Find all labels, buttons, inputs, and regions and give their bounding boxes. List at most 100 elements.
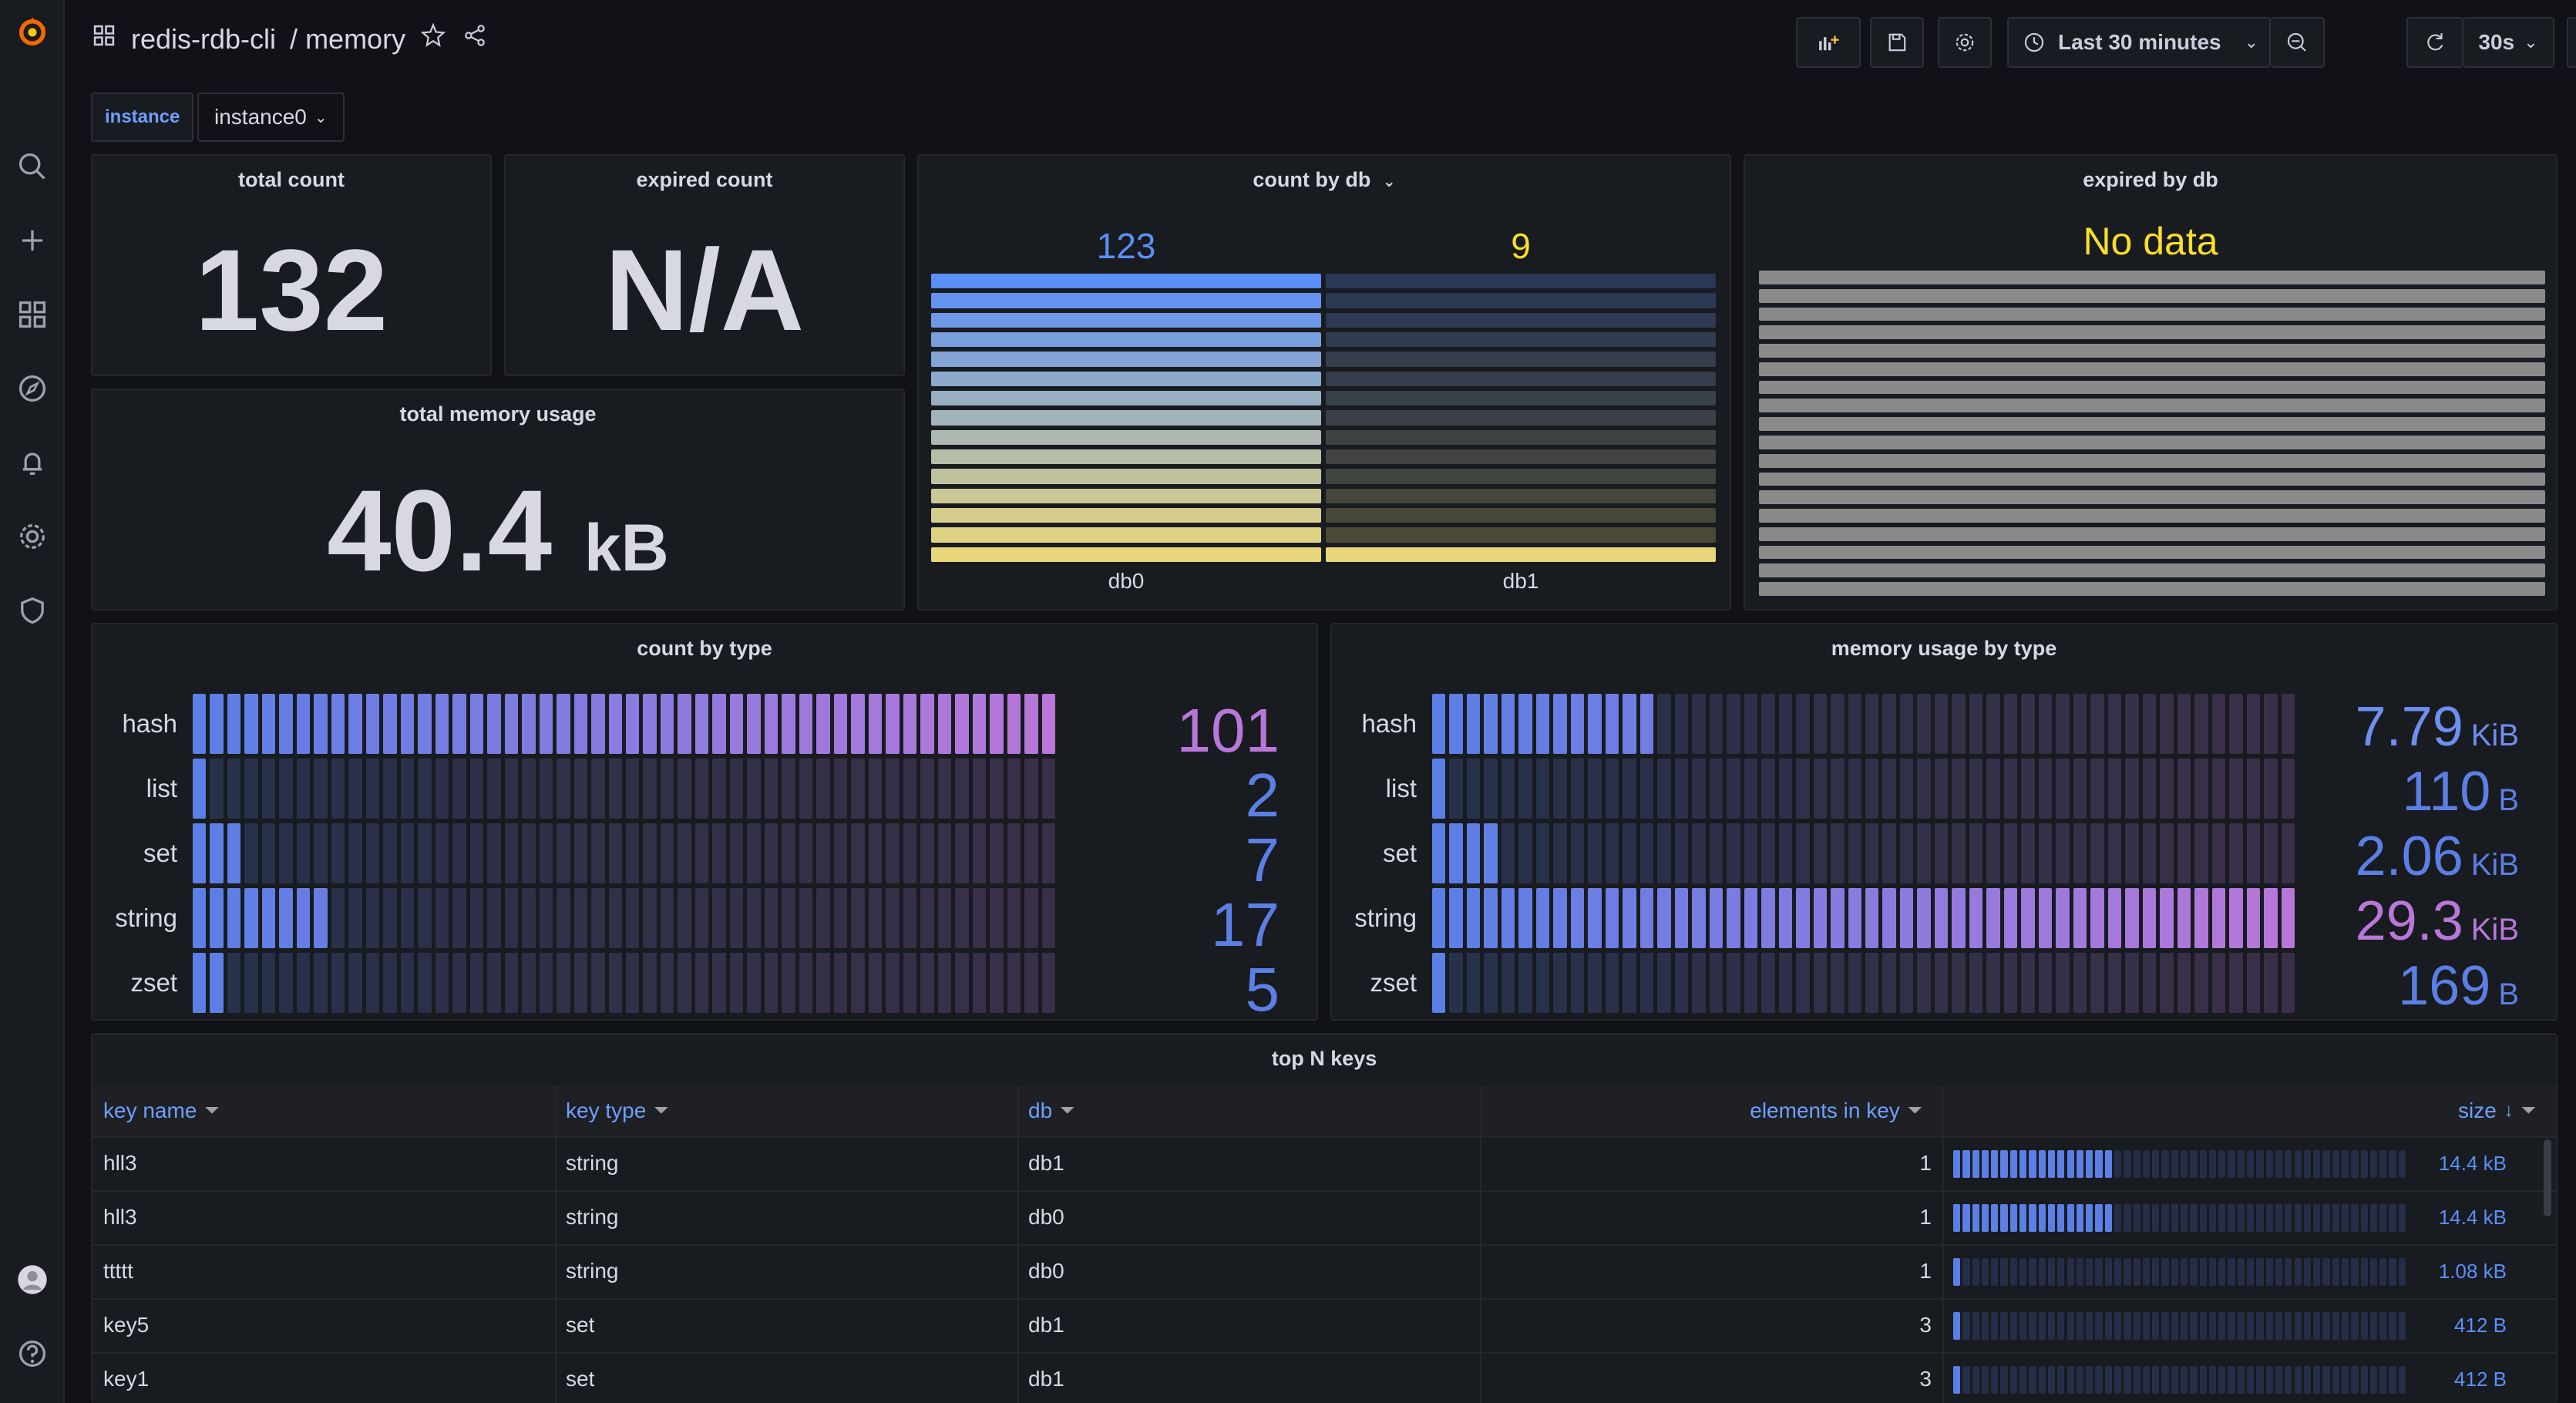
dashboards-grid-icon	[91, 22, 117, 56]
save-dashboard-button[interactable]	[1870, 17, 1924, 68]
refresh-interval-picker[interactable]: 30s ⌄	[2463, 17, 2554, 68]
dashboards-icon[interactable]	[11, 293, 54, 336]
filter-icon[interactable]: ⏷	[654, 1100, 668, 1122]
user-avatar[interactable]	[11, 1258, 54, 1301]
gauge-segment	[816, 759, 830, 819]
gauge-segment	[2160, 953, 2174, 1013]
gauge-segment	[557, 759, 570, 819]
gauge-segment	[2194, 888, 2208, 948]
gauge-value: 2.06 KiB	[2356, 825, 2519, 888]
share-icon[interactable]	[461, 22, 489, 56]
gauge-segment	[1639, 953, 1654, 1013]
gauge-segment	[1588, 823, 1602, 883]
bar-segment	[1326, 547, 1716, 562]
dashboard-settings-button[interactable]	[1938, 17, 1992, 68]
gauge-segment	[1969, 759, 1983, 819]
no-data-segment	[1759, 307, 2545, 321]
gauge-segment	[903, 694, 917, 754]
tv-mode-button[interactable]	[2567, 17, 2576, 68]
time-range-picker[interactable]: Last 30 minutes ⌄	[2007, 17, 2271, 68]
gauge-segment	[365, 888, 380, 948]
gauge-segment	[2073, 953, 2087, 1013]
gauge-segment	[868, 759, 883, 819]
gauge-segment	[2107, 694, 2122, 754]
star-icon[interactable]	[419, 22, 447, 56]
gauge-segment	[1744, 888, 1758, 948]
gauge-segment	[1623, 759, 1636, 819]
gauge-segment	[782, 823, 795, 883]
gauge-value-number: 29.3	[2355, 890, 2463, 952]
gauge-segment	[1518, 953, 1532, 1013]
gauge-segment	[764, 759, 779, 819]
table-cell: 1	[1919, 1151, 1932, 1175]
table-column-header[interactable]: elements in key ⏷	[1480, 1085, 1922, 1136]
gauge-segment	[886, 759, 900, 819]
gauge-segment	[816, 888, 830, 948]
table-column-header[interactable]: db ⏷	[1028, 1085, 1074, 1136]
gauge-segment	[539, 823, 553, 883]
gauge-segment	[1796, 823, 1810, 883]
gauge-segment	[1848, 694, 1861, 754]
gauge-segment	[937, 759, 952, 819]
gauge-segment	[643, 823, 657, 883]
gauge-segment	[1432, 953, 1446, 1013]
gauge-segment	[1882, 953, 1896, 1013]
gauge-segment	[2194, 694, 2208, 754]
table-column-header[interactable]: key type ⏷	[566, 1085, 668, 1136]
add-panel-button[interactable]	[1796, 17, 1861, 68]
gauge-segment	[2264, 759, 2278, 819]
gauge-segment	[626, 759, 640, 819]
gauge-segment	[1449, 888, 1463, 948]
gauge-segment	[1024, 953, 1038, 1013]
gauge-segment	[331, 759, 345, 819]
gauge-segment	[1553, 953, 1567, 1013]
table-scrollbar[interactable]	[2544, 1139, 2551, 1216]
gauge-segment	[261, 888, 276, 948]
breadcrumb-dashboard-title[interactable]: memory	[305, 23, 405, 56]
table-column-header[interactable]: size ↓ ⏷	[1942, 1085, 2536, 1136]
shield-icon[interactable]	[11, 589, 54, 632]
panel-total-memory-usage: total memory usage 40.4 kB	[91, 389, 905, 611]
gauge-segment	[1466, 888, 1481, 948]
breadcrumb-folder[interactable]: redis-rdb-cli	[131, 23, 276, 56]
gauge-segment	[1727, 759, 1740, 819]
refresh-button[interactable]	[2406, 17, 2463, 68]
search-icon[interactable]	[11, 145, 54, 188]
explore-compass-icon[interactable]	[11, 367, 54, 410]
alerting-bell-icon[interactable]	[11, 441, 54, 484]
filter-icon[interactable]: ⏷	[1060, 1100, 1074, 1122]
help-icon[interactable]	[11, 1332, 54, 1375]
table-column-header[interactable]: key name ⏷	[103, 1085, 220, 1136]
gauge-segment	[539, 694, 553, 754]
gauge-segment	[1917, 823, 1931, 883]
gauge-segment	[2090, 823, 2104, 883]
breadcrumb-separator: /	[290, 22, 298, 55]
gauge-segment	[1969, 823, 1983, 883]
gauge-segment	[2229, 823, 2243, 883]
gauge-segment	[1007, 953, 1021, 1013]
grafana-logo-icon[interactable]	[11, 11, 54, 54]
table-cell: 3	[1919, 1367, 1932, 1391]
gauge-value-number: 5	[1245, 955, 1280, 1024]
gauge-segment	[1674, 888, 1689, 948]
gauge-value: 110 B	[2403, 760, 2519, 823]
gauge-segment	[747, 953, 761, 1013]
settings-gear-icon[interactable]	[11, 515, 54, 558]
gauge-segment	[314, 888, 328, 948]
gauge-segment	[1657, 694, 1671, 754]
filter-icon[interactable]: ⏷	[1908, 1100, 1922, 1122]
gauge-segment	[2125, 823, 2139, 883]
gauge-segment	[972, 694, 987, 754]
variable-instance-select[interactable]: instance0 ⌄	[197, 93, 345, 142]
filter-icon[interactable]: ⏷	[204, 1100, 219, 1122]
bar-segment	[1326, 410, 1716, 426]
panel-title-dropdown[interactable]: count by db ⌄	[919, 168, 1730, 192]
stat-value-group: 40.4 kB	[92, 464, 903, 597]
size-value: 1.08 kB	[2438, 1259, 2507, 1283]
gauge-segment	[1501, 823, 1515, 883]
plus-icon[interactable]	[11, 219, 54, 262]
gauge-segment	[314, 953, 328, 1013]
bar-segment	[1326, 488, 1716, 503]
zoom-out-button[interactable]	[2271, 17, 2325, 68]
filter-icon[interactable]: ⏷	[2521, 1100, 2536, 1122]
